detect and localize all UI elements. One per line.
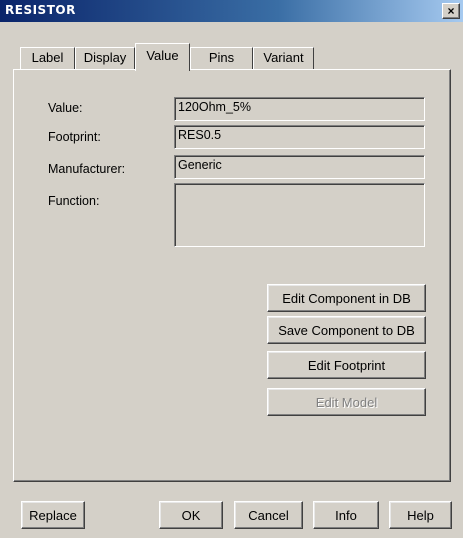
window-title: RESISTOR [5, 3, 76, 17]
cancel-button[interactable]: Cancel [234, 501, 303, 529]
help-button[interactable]: Help [389, 501, 452, 529]
close-button[interactable]: × [442, 3, 460, 19]
footprint-label: Footprint: [48, 130, 101, 144]
tab-variant[interactable]: Variant [253, 47, 314, 69]
footprint-field[interactable]: RES0.5 [174, 125, 425, 149]
function-field[interactable] [174, 183, 425, 247]
ok-button[interactable]: OK [159, 501, 223, 529]
edit-footprint-button[interactable]: Edit Footprint [267, 351, 426, 379]
value-label: Value: [48, 101, 83, 115]
info-button[interactable]: Info [313, 501, 379, 529]
manufacturer-label: Manufacturer: [48, 162, 126, 176]
tab-value-text: Value [146, 48, 179, 63]
title-bar[interactable]: RESISTOR × [0, 0, 463, 22]
manufacturer-field[interactable]: Generic [174, 155, 425, 179]
tab-display-text: Display [83, 50, 127, 65]
edit-model-button: Edit Model [267, 388, 426, 416]
close-icon: × [447, 4, 455, 18]
tab-label-text: Label [31, 50, 64, 65]
save-component-to-db-button[interactable]: Save Component to DB [267, 316, 426, 344]
edit-component-in-db-button[interactable]: Edit Component in DB [267, 284, 426, 312]
function-label: Function: [48, 194, 100, 208]
tab-variant-text: Variant [263, 50, 304, 65]
tab-display[interactable]: Display [75, 47, 135, 69]
tab-label[interactable]: Label [20, 47, 75, 69]
tab-pins-text: Pins [208, 50, 235, 65]
tab-pins[interactable]: Pins [190, 47, 253, 69]
value-field[interactable]: 120Ohm_5% [174, 97, 425, 121]
tab-value[interactable]: Value [135, 43, 190, 71]
replace-button[interactable]: Replace [21, 501, 85, 529]
